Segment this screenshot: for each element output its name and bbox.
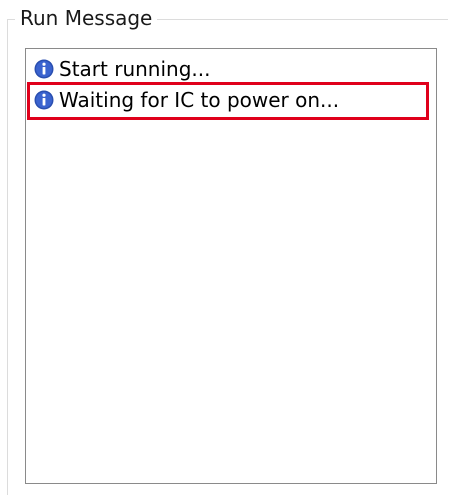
run-message-title: Run Message (15, 5, 158, 31)
list-item[interactable]: Waiting for IC to power on... (34, 86, 339, 114)
list-item[interactable]: Start running... (34, 55, 210, 83)
info-icon (34, 59, 54, 79)
list-item-text: Start running... (59, 57, 211, 81)
list-item-text: Waiting for IC to power on... (59, 88, 340, 112)
run-message-list[interactable]: Start running... Waiting for IC to power… (25, 48, 437, 484)
info-icon (34, 90, 54, 110)
